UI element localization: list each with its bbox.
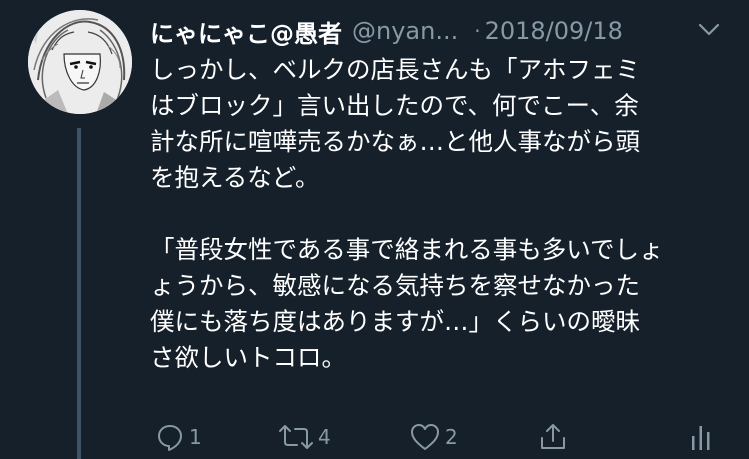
tweet-text-line: はブロック」言い出したので、何でこー、余 xyxy=(150,91,639,120)
analytics-button[interactable] xyxy=(688,420,714,454)
tweet-text-line: ょうから、敏感になる気持ちを察せなかった xyxy=(150,271,640,300)
heart-icon xyxy=(411,424,439,450)
tweet-header: にゃにゃこ@愚者 @nyan... · 2018/09/18 xyxy=(150,10,720,52)
separator-dot: · xyxy=(474,19,481,43)
like-count: 2 xyxy=(445,425,458,449)
tweet-text-line: しっかし、ベルクの店長さんも「アホフェミ xyxy=(150,55,640,84)
like-button[interactable]: 2 xyxy=(409,420,458,454)
tweet-text-line: 僕にも落ち度はありますが…」くらいの曖昧 xyxy=(150,307,640,336)
thread-line xyxy=(77,128,81,459)
tweet-text: しっかし、ベルクの店長さんも「アホフェミ はブロック」言い出したので、何でこー、… xyxy=(150,52,725,376)
avatar[interactable] xyxy=(28,10,132,114)
retweet-button[interactable]: 4 xyxy=(278,420,331,454)
reply-count: 1 xyxy=(189,425,202,449)
reply-button[interactable]: 1 xyxy=(155,420,202,454)
display-name[interactable]: にゃにゃこ@愚者 xyxy=(150,14,342,49)
retweet-icon xyxy=(279,425,313,449)
action-bar: 1 4 2 xyxy=(0,420,749,454)
tweet[interactable]: にゃにゃこ@愚者 @nyan... · 2018/09/18 しっかし、ベルクの… xyxy=(0,0,749,459)
chevron-down-icon[interactable] xyxy=(698,22,720,36)
user-handle[interactable]: @nyan... xyxy=(352,17,458,45)
share-button[interactable] xyxy=(538,420,568,454)
tweet-text-line: を抱えるなど。 xyxy=(150,163,320,192)
retweet-count: 4 xyxy=(318,425,331,449)
tweet-date[interactable]: 2018/09/18 xyxy=(485,17,623,45)
analytics-icon xyxy=(692,426,710,450)
reply-icon xyxy=(158,425,182,451)
tweet-text-line: 計な所に喧嘩売るかなぁ…と他人事ながら頭 xyxy=(150,127,640,156)
tweet-text-line: さ欲しいトコロ。 xyxy=(150,343,346,372)
share-icon xyxy=(541,424,565,449)
tweet-text-line: 「普段女性である事で絡まれる事も多いでしょ xyxy=(150,235,664,264)
